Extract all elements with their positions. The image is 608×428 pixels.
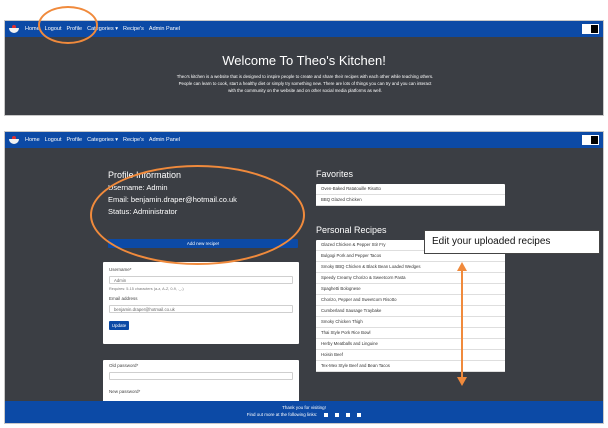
personal-recipes-list: Glazed Chicken & Pepper Stir Fry Bulgogi…: [316, 240, 505, 372]
chef-hat-logo-icon[interactable]: [9, 136, 19, 144]
hero-description: Theo's kitchen is a website that is desi…: [176, 74, 434, 93]
recipe-item[interactable]: Hoisin Beef: [316, 350, 505, 361]
old-password-input[interactable]: [109, 372, 293, 380]
theme-toggle[interactable]: [582, 135, 599, 145]
nav-admin-panel-link[interactable]: Admin Panel: [149, 137, 180, 143]
nav-categories-dropdown[interactable]: Categories ▾: [87, 137, 118, 143]
favorite-item[interactable]: Oven-Baked Ratatouille Risotto: [316, 184, 505, 195]
nav-admin-panel-link[interactable]: Admin Panel: [149, 26, 180, 32]
username-input[interactable]: Admin: [109, 276, 293, 284]
update-button[interactable]: Update: [109, 321, 129, 330]
account-form-card: Username* Admin Requires: 5-15 character…: [103, 262, 299, 344]
recipe-item[interactable]: Chorizo, Pepper and Sweetcorn Risotto: [316, 295, 505, 306]
old-password-label: Old password*: [109, 363, 139, 368]
profile-info-highlight-circle: [90, 165, 305, 265]
new-password-label: New password*: [109, 389, 141, 394]
navbar: Home Logout Profile Categories ▾ Recipe'…: [5, 132, 603, 148]
annotation-callout: Edit your uploaded recipes: [424, 230, 600, 254]
recipe-item[interactable]: Cumberland Sausage Traybake: [316, 306, 505, 317]
password-form-card: Old password* New password*: [103, 360, 299, 406]
email-input[interactable]: benjamin.draper@hotmail.co.uk: [109, 305, 293, 313]
nav-profile-link[interactable]: Profile: [67, 137, 83, 143]
recipe-item[interactable]: Smoky BBQ Chicken & Black Bean Loaded We…: [316, 262, 505, 273]
hero-title: Welcome To Theo's Kitchen!: [222, 53, 386, 68]
nav-recipes-link[interactable]: Recipe's: [123, 26, 144, 32]
recipe-item[interactable]: Smoky Chicken Thigh: [316, 317, 505, 328]
youtube-icon[interactable]: [357, 412, 362, 417]
personal-recipes-title: Personal Recipes: [316, 225, 387, 235]
instagram-icon[interactable]: [346, 412, 351, 417]
profile-page-screenshot: Home Logout Profile Categories ▾ Recipe'…: [4, 131, 604, 424]
chef-hat-logo-icon[interactable]: [9, 25, 19, 33]
recipe-item[interactable]: Thai Style Pork Rice Bowl: [316, 328, 505, 339]
nav-home-link[interactable]: Home: [25, 137, 40, 143]
footer-follow-text: Find out more at the following links:: [246, 412, 318, 417]
username-label: Username*: [109, 267, 132, 272]
footer-links: Find out more at the following links:: [5, 412, 603, 417]
recipe-item[interactable]: Speedy Creamy Chorizo & Sweetcorn Pasta: [316, 273, 505, 284]
twitter-icon[interactable]: [335, 412, 340, 417]
nav-logout-link[interactable]: Logout: [45, 137, 62, 143]
profile-link-highlight-circle: [38, 6, 98, 44]
nav-recipes-link[interactable]: Recipe's: [123, 137, 144, 143]
email-label: Email address: [109, 296, 138, 301]
facebook-icon[interactable]: [324, 412, 329, 417]
recipe-item[interactable]: Tex-Mex Style Beef and Bean Tacos: [316, 361, 505, 372]
favorites-title: Favorites: [316, 169, 354, 179]
username-help-text: Requires: 5-15 characters (a-z, A-Z, 0-9…: [109, 287, 184, 291]
footer-thanks: Thank you for visiting!: [282, 405, 326, 410]
footer: Thank you for visiting! Find out more at…: [5, 401, 603, 423]
recipe-item[interactable]: Spaghetti Bolognese: [316, 284, 505, 295]
double-arrow-icon: [457, 262, 467, 386]
theme-toggle[interactable]: [582, 24, 599, 34]
favorite-item[interactable]: BBQ Glazed Chicken: [316, 195, 505, 206]
recipe-item[interactable]: Herby Meatballs and Linguine: [316, 339, 505, 350]
favorites-list: Oven-Baked Ratatouille Risotto BBQ Glaze…: [316, 184, 505, 206]
